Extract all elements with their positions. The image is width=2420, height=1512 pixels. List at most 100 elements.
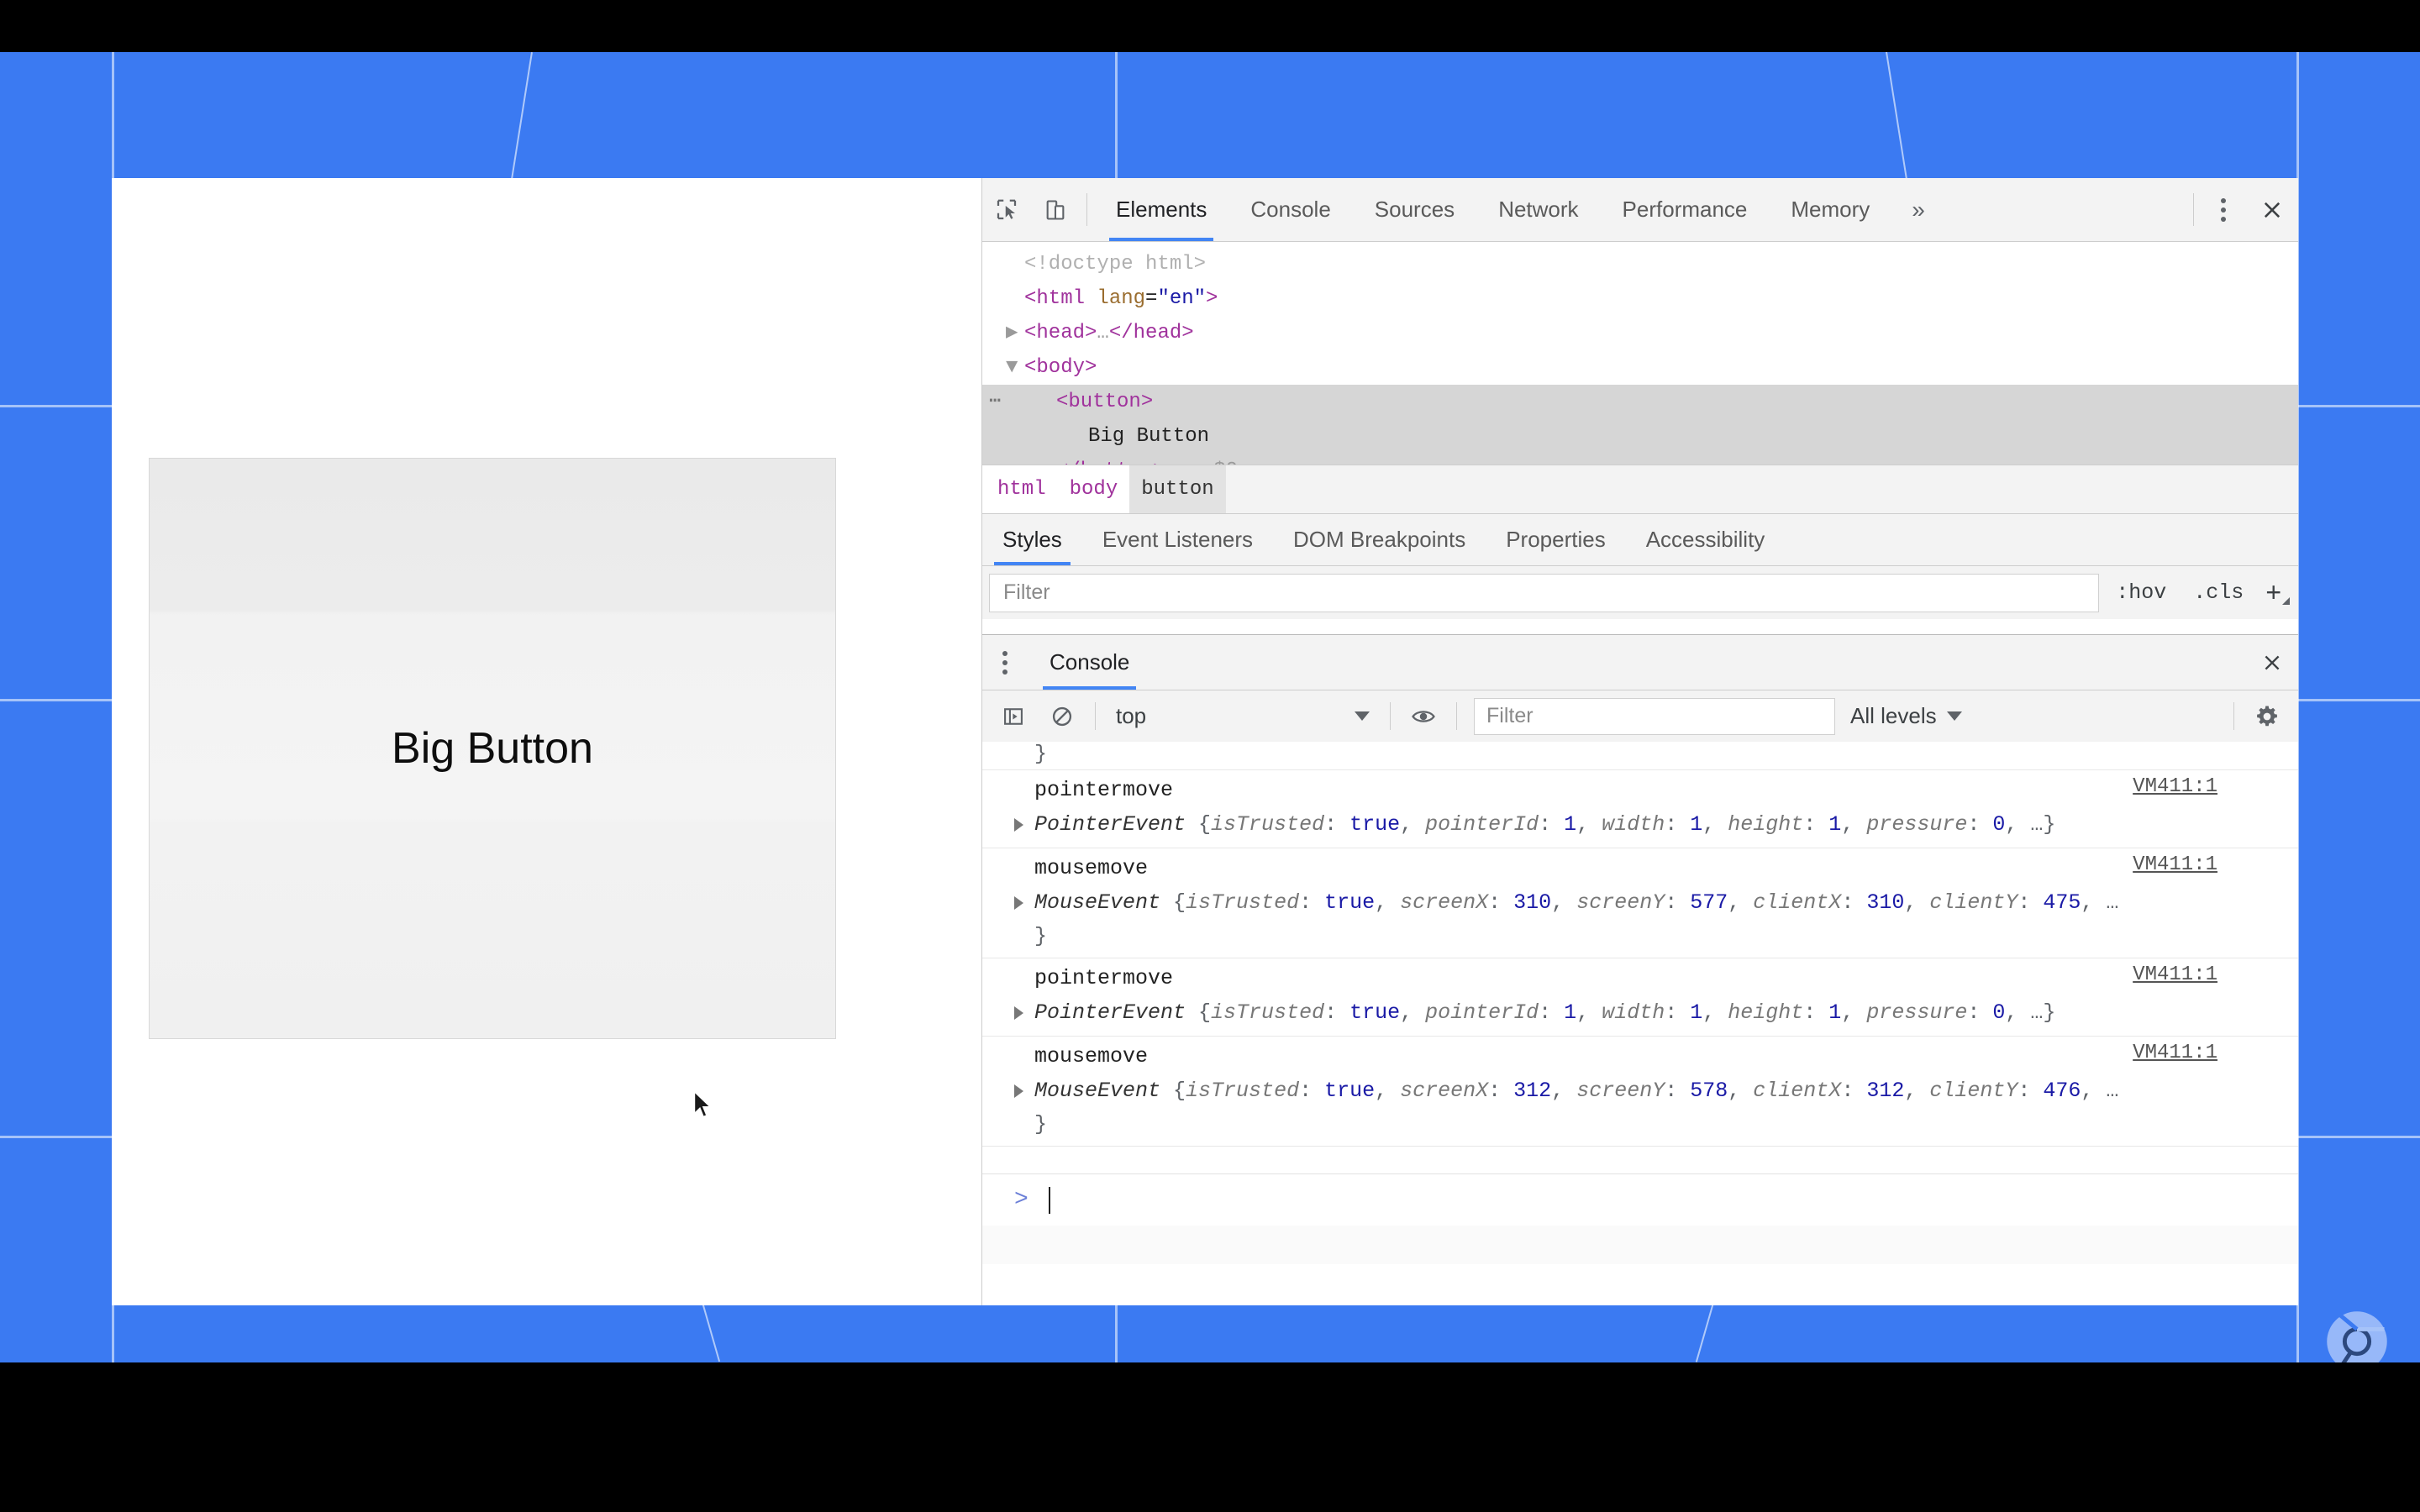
dom-tree-node[interactable]: ▼ <body> [982, 350, 2298, 385]
log-levels-value: All levels [1850, 703, 1937, 728]
expand-arrow-icon[interactable] [1014, 1006, 1023, 1020]
console-object-closing-brace: } [1034, 924, 1048, 948]
console-log-row[interactable]: pointermove PointerEvent {isTrusted: true… [982, 770, 2298, 848]
console-log-row[interactable]: mousemove MouseEvent {isTrusted: true, sc… [982, 848, 2298, 958]
console-event-name: pointermove [1034, 966, 1174, 990]
drawer-tab-console[interactable]: Console [1028, 635, 1151, 690]
console-source-link[interactable]: VM411:1 [2133, 853, 2217, 876]
console-event-name: mousemove [1034, 856, 1149, 880]
console-object-closing-brace: } [1034, 1112, 1048, 1137]
console-source-link[interactable]: VM411:1 [2133, 1042, 2217, 1064]
drawer-more-options-icon[interactable] [982, 635, 1028, 690]
dom-tree-node[interactable]: <!doctype html> [982, 247, 2298, 281]
toolbar-divider [2193, 193, 2194, 226]
tab-event-listeners[interactable]: Event Listeners [1082, 514, 1273, 565]
cls-button[interactable]: .cls [2180, 580, 2257, 605]
text-caret [1048, 1186, 1050, 1214]
execution-context-select[interactable]: top [1104, 703, 1381, 729]
console-prompt[interactable]: > [982, 1173, 2298, 1226]
hov-button[interactable]: :hov [2102, 580, 2180, 605]
mouse-cursor [693, 1090, 712, 1118]
inspect-element-icon[interactable] [982, 178, 1031, 241]
expand-ellipsis-icon[interactable]: ⋯ [989, 385, 1002, 419]
tab-network[interactable]: Network [1476, 178, 1600, 241]
big-button[interactable]: Big Button [149, 458, 836, 1039]
console-object-preview[interactable]: MouseEvent {isTrusted: true, screenX: 31… [982, 885, 2298, 921]
console-object-preview[interactable]: MouseEvent {isTrusted: true, screenX: 31… [982, 1074, 2298, 1109]
expand-arrow-icon[interactable] [1014, 818, 1023, 832]
devtools-tabbar: Elements Console Sources Network Perform… [982, 178, 2298, 242]
console-object-preview[interactable]: PointerEvent {isTrusted: true, pointerId… [982, 995, 2298, 1031]
dom-tree-node[interactable]: ▶ <head>…</head> [982, 316, 2298, 350]
toolbar-divider [1086, 193, 1087, 226]
tab-memory[interactable]: Memory [1769, 178, 1891, 241]
tab-properties[interactable]: Properties [1486, 514, 1626, 565]
dom-tree[interactable]: <!doctype html> <html lang="en"> ▶ <head>…<… [982, 242, 2298, 465]
chevron-down-icon [1355, 711, 1370, 721]
rendered-page: Big Button [112, 178, 870, 1305]
console-log-list[interactable]: } pointermove PointerEvent {isTrusted: tru… [982, 742, 2298, 1173]
toolbar-divider [1095, 702, 1096, 730]
tab-elements[interactable]: Elements [1094, 178, 1228, 241]
plus-icon: + [2265, 577, 2281, 607]
dom-tree-node[interactable]: <html lang="en"> [982, 281, 2298, 316]
styles-sidebar-tabs: Styles Event Listeners DOM Breakpoints P… [982, 513, 2298, 565]
tab-styles[interactable]: Styles [982, 514, 1082, 565]
chevron-down-icon [1946, 711, 1962, 721]
breadcrumb-item-html[interactable]: html [982, 465, 1058, 513]
styles-pane-empty [982, 619, 2298, 634]
dom-tree-node[interactable]: Big Button [982, 419, 2298, 454]
twisty-icon[interactable]: ▶ [1006, 316, 1024, 350]
expand-arrow-icon[interactable] [1014, 1084, 1023, 1098]
console-source-link[interactable]: VM411:1 [2133, 775, 2217, 798]
tab-performance[interactable]: Performance [1601, 178, 1770, 241]
new-style-rule-button[interactable]: + [2257, 577, 2295, 608]
devtools-panel: Elements Console Sources Network Perform… [981, 178, 2298, 1305]
drawer-spacer [1151, 635, 2246, 690]
toolbar-divider [2233, 702, 2234, 730]
toolbar-divider [1456, 702, 1457, 730]
console-source-link[interactable]: VM411:1 [2133, 963, 2217, 986]
close-devtools-icon[interactable] [2246, 178, 2298, 241]
tab-dom-breakpoints[interactable]: DOM Breakpoints [1273, 514, 1486, 565]
chrome-logo-icon [2327, 1311, 2387, 1362]
console-sidebar-icon[interactable] [989, 705, 1038, 728]
console-event-name: mousemove [1034, 1044, 1149, 1068]
close-drawer-icon[interactable] [2246, 635, 2298, 690]
dom-tree-node[interactable]: </button> == $0 [982, 454, 2298, 465]
styles-filter-row: Filter :hov .cls + [982, 565, 2298, 619]
device-toolbar-icon[interactable] [1031, 178, 1080, 241]
more-tabs-button[interactable]: » [1891, 178, 1945, 241]
breadcrumb-item-button[interactable]: button [1129, 465, 1226, 513]
dom-tree-node[interactable]: ⋯ <button> [982, 385, 2298, 419]
clear-console-icon[interactable] [1038, 705, 1086, 728]
live-expression-icon[interactable] [1399, 704, 1448, 729]
tab-sources[interactable]: Sources [1353, 178, 1476, 241]
twisty-icon[interactable]: ▼ [1006, 350, 1024, 385]
styles-filter-input[interactable]: Filter [989, 573, 2100, 612]
console-filter-input[interactable]: Filter [1474, 697, 1835, 735]
dropdown-triangle-icon [2282, 597, 2290, 605]
console-event-name: pointermove [1034, 778, 1174, 802]
log-levels-select[interactable]: All levels [1835, 703, 1977, 729]
prompt-arrow-icon: > [1014, 1187, 1028, 1213]
expand-arrow-icon[interactable] [1014, 896, 1023, 910]
more-options-icon[interactable] [2201, 178, 2246, 241]
console-settings-icon[interactable] [2243, 704, 2291, 729]
toolbar-divider [1390, 702, 1391, 730]
screen: Big Button Elements Console Sources Netw… [0, 0, 2420, 1512]
console-object-preview[interactable]: PointerEvent {isTrusted: true, pointerId… [982, 807, 2298, 843]
tab-accessibility[interactable]: Accessibility [1626, 514, 1786, 565]
console-log-row[interactable]: mousemove MouseEvent {isTrusted: true, sc… [982, 1037, 2298, 1147]
tab-console[interactable]: Console [1228, 178, 1352, 241]
console-log-row[interactable]: pointermove PointerEvent {isTrusted: true… [982, 958, 2298, 1037]
console-object-tail: } [1034, 742, 1048, 766]
browser-viewport: Big Button Elements Console Sources Netw… [112, 178, 2298, 1305]
drawer-header: Console [982, 634, 2298, 690]
breadcrumb: html body button [982, 465, 2298, 513]
console-log-row[interactable]: } [982, 742, 2298, 770]
console-toolbar: top Filter All levels [982, 690, 2298, 742]
breadcrumb-item-body[interactable]: body [1057, 465, 1130, 513]
execution-context-value: top [1116, 703, 1147, 728]
